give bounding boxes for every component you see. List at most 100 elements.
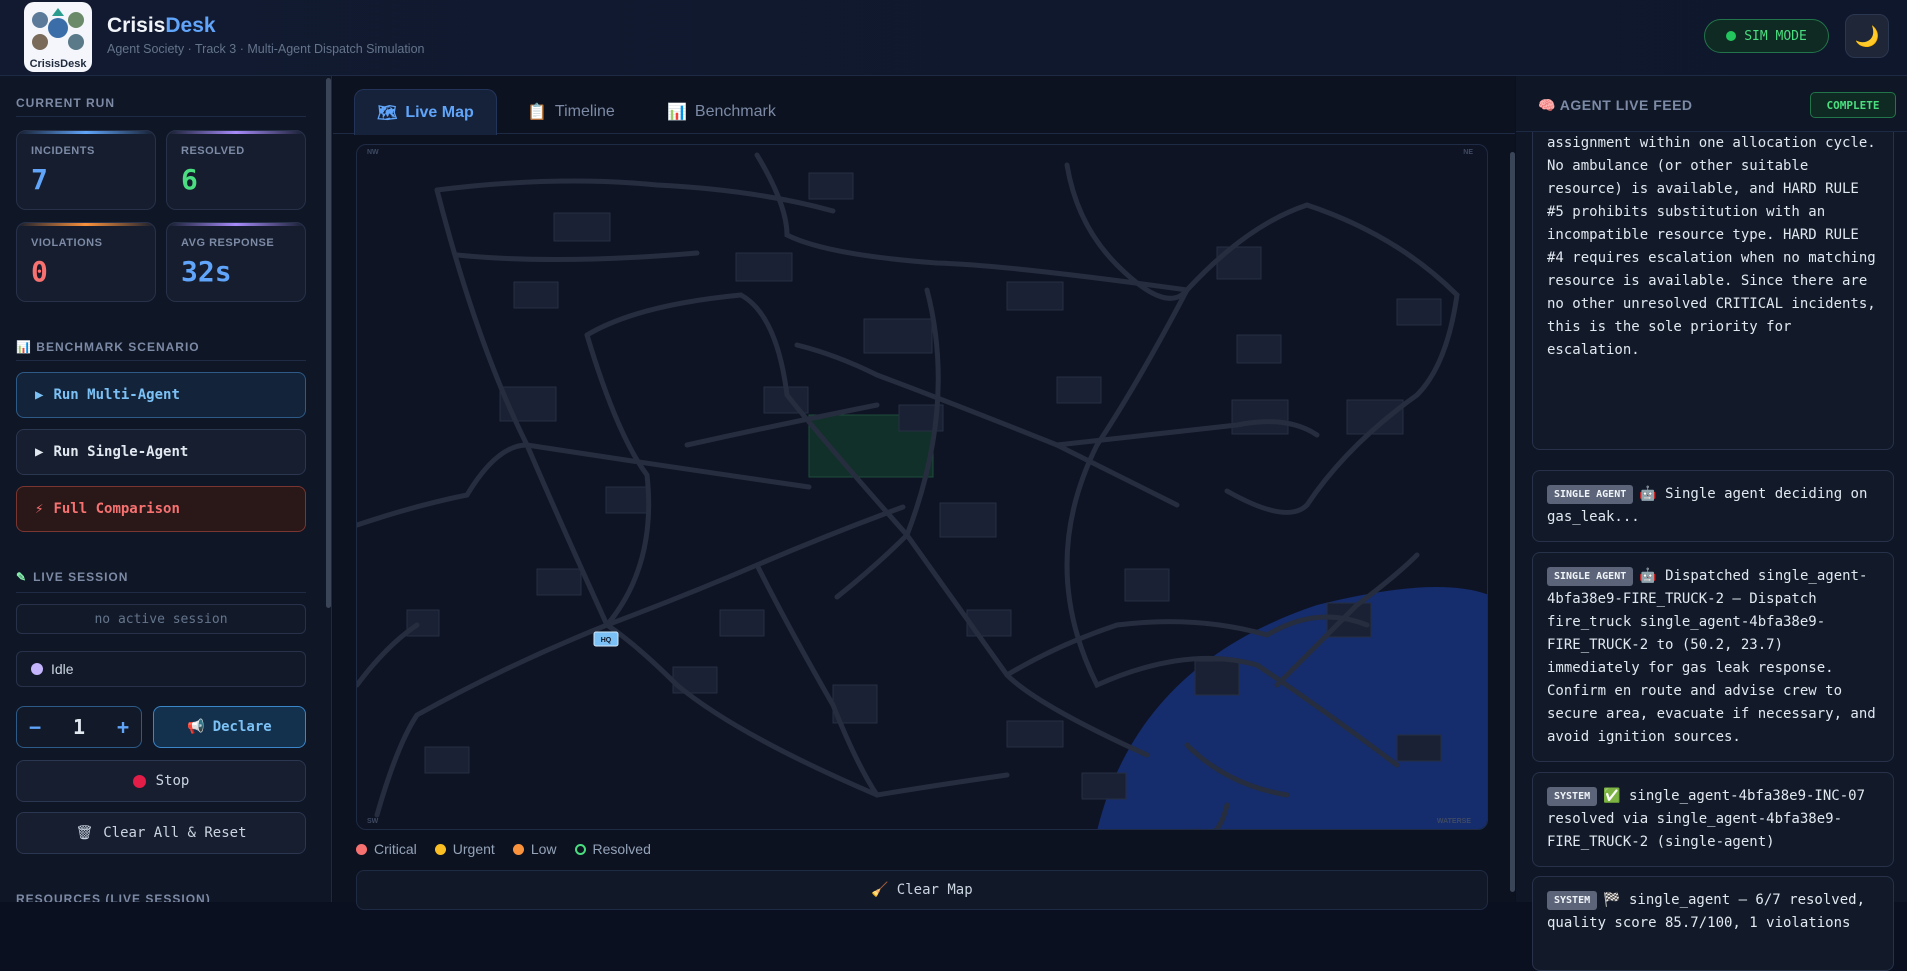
- agent-tag: SINGLE AGENT: [1547, 485, 1634, 504]
- stat-value: 0: [31, 255, 48, 288]
- legend-label: Resolved: [592, 841, 651, 857]
- sidebar: CURRENT RUN INCIDENTS 7 RESOLVED 6 VIOLA…: [0, 76, 332, 902]
- stop-icon: [132, 774, 146, 788]
- stat-label: AVG RESPONSE: [181, 237, 275, 249]
- legend-critical: Critical: [356, 841, 417, 857]
- tab-live-map[interactable]: 🗺 Live Map: [354, 89, 497, 135]
- live-session-title: ✎ LIVE SESSION: [16, 570, 128, 584]
- legend-label: Urgent: [452, 841, 495, 857]
- hq-marker[interactable]: HQ: [593, 631, 619, 647]
- divider: [16, 116, 306, 117]
- increment-button[interactable]: +: [117, 715, 129, 739]
- stat-value: 6: [181, 163, 198, 196]
- map-corner-se: WATERSE: [1436, 818, 1471, 825]
- hq-label: HQ: [601, 637, 612, 644]
- feed-header: 🧠 AGENT LIVE FEED COMPLETE: [1516, 76, 1907, 132]
- robot-icon: 🤖: [1639, 568, 1657, 584]
- button-label: Run Multi-Agent: [53, 387, 180, 403]
- sidebar-scrollbar[interactable]: [326, 78, 331, 608]
- stat-label: RESOLVED: [181, 145, 245, 157]
- urgent-dot-icon: [434, 843, 446, 855]
- session-status: no active session: [16, 604, 306, 634]
- legend-label: Low: [530, 841, 557, 857]
- incident-count-stepper[interactable]: − 1 +: [16, 706, 142, 748]
- tab-label: Benchmark: [694, 103, 776, 120]
- legend-resolved: Resolved: [574, 841, 651, 857]
- main-panel: 🗺 Live Map 📋 Timeline 📊 Benchmark HQ NW …: [333, 76, 1515, 910]
- live-map[interactable]: HQ NW NE SW WATERSE: [356, 144, 1488, 830]
- stat-card-resolved: RESOLVED 6: [166, 130, 306, 210]
- theme-toggle-button[interactable]: 🌙: [1845, 14, 1889, 58]
- stop-button[interactable]: Stop: [16, 760, 306, 802]
- lightning-icon: ⚡: [35, 501, 44, 517]
- button-label: Full Comparison: [53, 501, 180, 517]
- divider: [16, 360, 306, 361]
- moon-icon: 🌙: [1854, 25, 1880, 48]
- broom-icon: 🧹: [871, 882, 889, 898]
- status-badge: COMPLETE: [1810, 92, 1896, 118]
- tab-benchmark[interactable]: 📊 Benchmark: [645, 89, 798, 135]
- stat-accent-bar: [167, 223, 305, 226]
- count-value[interactable]: 1: [73, 715, 85, 739]
- app-logo: CrisisDesk: [24, 2, 92, 72]
- clear-reset-button[interactable]: 🗑 Clear All & Reset: [16, 812, 306, 854]
- button-label: Stop: [155, 773, 190, 789]
- button-label: Clear All & Reset: [103, 825, 247, 841]
- app-subtitle: Agent Society · Track 3 · Multi-Agent Di…: [107, 42, 425, 56]
- brand-main: Crisis: [107, 14, 166, 37]
- button-label: Clear Map: [896, 882, 973, 898]
- stat-accent-bar: [17, 131, 155, 134]
- live-session-label: LIVE SESSION: [33, 570, 129, 584]
- legend-urgent: Urgent: [434, 841, 495, 857]
- stat-value: 32s: [181, 255, 232, 288]
- tab-label: Live Map: [405, 103, 474, 121]
- system-tag: SYSTEM: [1547, 787, 1598, 806]
- map-canvas: HQ: [357, 152, 1487, 829]
- agent-state: Idle: [16, 651, 306, 687]
- legend-low: Low: [512, 841, 557, 857]
- tab-label: Timeline: [554, 103, 615, 120]
- logo-label: CrisisDesk: [29, 58, 87, 70]
- full-comparison-button[interactable]: ⚡ Full Comparison: [16, 486, 306, 532]
- button-label: Run Single-Agent: [53, 444, 189, 460]
- map-icon: 🗺: [377, 104, 398, 122]
- current-run-title: CURRENT RUN: [16, 96, 115, 110]
- declare-button[interactable]: 📢 Declare: [153, 706, 306, 748]
- robot-icon: 🤖: [1639, 486, 1657, 502]
- clear-map-button[interactable]: 🧹 Clear Map: [356, 870, 1488, 910]
- button-label: Declare: [212, 719, 272, 735]
- trash-icon: 🗑: [75, 825, 94, 841]
- play-icon: ▶: [35, 444, 44, 460]
- feed-item-reasoning: assignment within one allocation cycle. …: [1532, 132, 1894, 450]
- legend-label: Critical: [374, 841, 417, 857]
- stat-value: 7: [31, 163, 48, 196]
- stat-accent-bar: [167, 131, 305, 134]
- resolved-dot-icon: [574, 843, 586, 855]
- agent-state-label: Idle: [51, 661, 74, 677]
- critical-dot-icon: [356, 843, 367, 855]
- megaphone-icon: 📢: [187, 719, 205, 735]
- run-multi-agent-button[interactable]: ▶ Run Multi-Agent: [16, 372, 306, 418]
- brand-accent: Desk: [165, 14, 216, 37]
- main-scrollbar[interactable]: [1510, 152, 1515, 892]
- map-corner-sw: SW: [367, 818, 379, 825]
- idle-dot-icon: [31, 663, 43, 675]
- stat-label: INCIDENTS: [31, 145, 95, 157]
- stat-label: VIOLATIONS: [31, 237, 103, 249]
- low-dot-icon: [512, 843, 524, 855]
- decrement-button[interactable]: −: [29, 715, 41, 739]
- run-single-agent-button[interactable]: ▶ Run Single-Agent: [16, 429, 306, 475]
- feed-item: SINGLE AGENT 🤖 Dispatched single_agent-4b…: [1532, 552, 1894, 762]
- tab-timeline[interactable]: 📋 Timeline: [505, 89, 637, 135]
- system-tag: SYSTEM: [1547, 891, 1598, 910]
- feed-item: SYSTEM 🏁 single_agent — 6/7 resolved, qua…: [1532, 876, 1894, 971]
- status-dot-icon: [1726, 31, 1737, 41]
- check-icon: ✅: [1603, 788, 1621, 804]
- stat-card-violations: VIOLATIONS 0: [16, 222, 156, 302]
- divider: [16, 592, 306, 593]
- app-header: CrisisDesk CrisisDesk Agent Society · Tr…: [0, 0, 1907, 76]
- resources-title: RESOURCES (LIVE SESSION): [16, 892, 211, 902]
- clipboard-icon: 📋: [527, 104, 547, 121]
- sim-mode-badge[interactable]: SIM MODE: [1704, 19, 1829, 53]
- stat-accent-bar: [17, 223, 155, 226]
